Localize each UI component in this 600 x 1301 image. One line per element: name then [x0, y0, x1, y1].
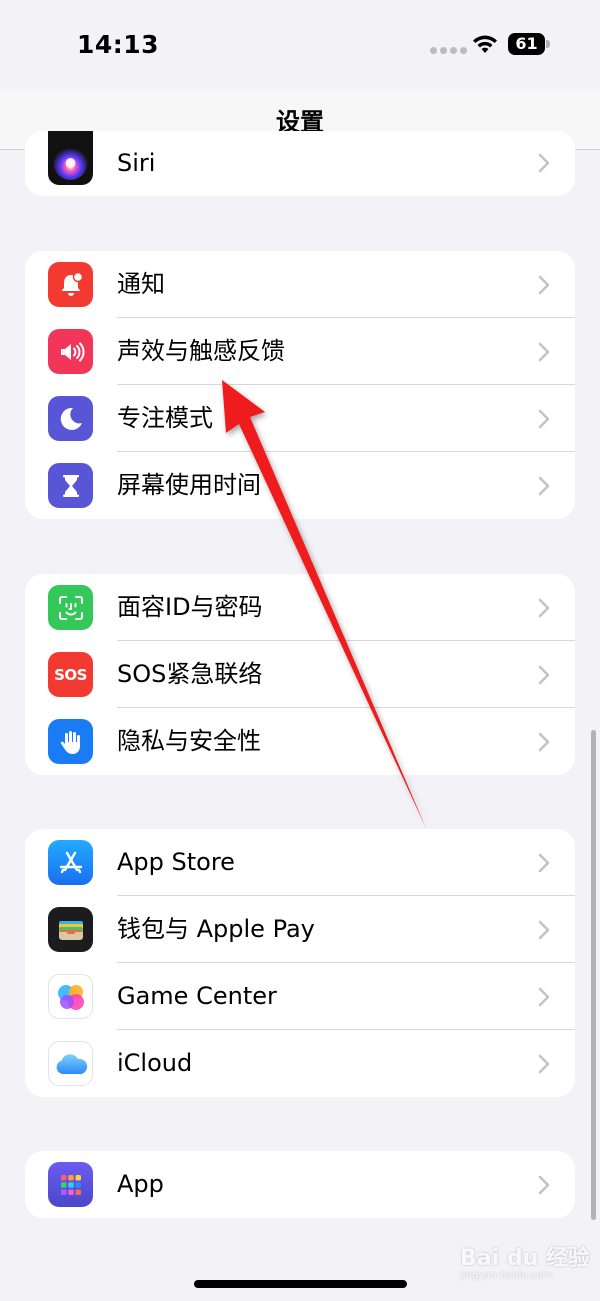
settings-row-label: iCloud [117, 1049, 193, 1077]
settings-group-security: 面容ID与密码 SOS SOS紧急联络 隐私与安全性 [25, 574, 575, 775]
cellular-signal-icon [430, 47, 467, 55]
face-id-icon [48, 585, 93, 630]
watermark-text: Bai du 经验 [460, 1246, 590, 1271]
settings-row-label: SOS紧急联络 [117, 660, 263, 688]
settings-row-label: 面容ID与密码 [117, 593, 263, 621]
bell-icon [48, 262, 93, 307]
speaker-icon [48, 329, 93, 374]
chevron-right-icon [538, 275, 550, 295]
icloud-icon [48, 1041, 93, 1086]
settings-row-wallet[interactable]: 钱包与 Apple Pay [25, 896, 575, 963]
home-indicator[interactable] [194, 1280, 407, 1288]
settings-row-label: App Store [117, 848, 235, 876]
settings-row-game-center[interactable]: Game Center [25, 963, 575, 1030]
hand-icon [48, 719, 93, 764]
settings-row-label: 通知 [117, 270, 165, 298]
settings-row-label: 声效与触感反馈 [117, 337, 285, 365]
sos-icon: SOS [48, 652, 93, 697]
settings-row-face-id[interactable]: 面容ID与密码 [25, 574, 575, 641]
status-time: 14:13 [77, 30, 160, 59]
settings-row-app-store[interactable]: App Store [25, 829, 575, 896]
settings-row-emergency-sos[interactable]: SOS SOS紧急联络 [25, 641, 575, 708]
settings-group-apps: App [25, 1151, 575, 1218]
settings-group-general: 通知 声效与触感反馈 专注模式 屏幕使用时间 [25, 251, 575, 519]
sos-icon-text: SOS [54, 665, 87, 684]
settings-row-screen-time[interactable]: 屏幕使用时间 [25, 452, 575, 519]
settings-row-label: App [117, 1170, 164, 1198]
chevron-right-icon [538, 476, 550, 496]
game-center-icon [48, 974, 93, 1019]
settings-row-sounds-haptics[interactable]: 声效与触感反馈 [25, 318, 575, 385]
battery-level: 61 [508, 33, 545, 55]
siri-icon [48, 131, 93, 185]
chevron-right-icon [538, 920, 550, 940]
chevron-right-icon [538, 1054, 550, 1074]
settings-row-siri[interactable]: Siri [25, 131, 575, 196]
chevron-right-icon [538, 598, 550, 618]
battery-icon: 61 [508, 33, 550, 55]
chevron-right-icon [538, 853, 550, 873]
hourglass-icon [48, 463, 93, 508]
settings-row-apps[interactable]: App [25, 1151, 575, 1218]
settings-group-siri: Siri [25, 131, 575, 196]
chevron-right-icon [538, 665, 550, 685]
settings-group-services: App Store 钱包与 Apple Pay Game Center iClo… [25, 829, 575, 1097]
settings-row-label: 隐私与安全性 [117, 727, 261, 755]
settings-row-focus[interactable]: 专注模式 [25, 385, 575, 452]
chevron-right-icon [538, 153, 550, 173]
chevron-right-icon [538, 732, 550, 752]
settings-row-privacy[interactable]: 隐私与安全性 [25, 708, 575, 775]
settings-row-label: 专注模式 [117, 404, 213, 432]
watermark-url: jingyan.baidu.com [460, 1270, 553, 1281]
settings-row-label: 屏幕使用时间 [117, 471, 261, 499]
status-bar: 14:13 61 [0, 0, 600, 90]
moon-icon [48, 396, 93, 441]
settings-row-label: 钱包与 Apple Pay [117, 915, 315, 943]
baidu-watermark: Bai du 经验 jingyan.baidu.com [460, 1238, 590, 1288]
settings-row-label: Game Center [117, 982, 277, 1010]
settings-row-notifications[interactable]: 通知 [25, 251, 575, 318]
settings-row-label: Siri [117, 149, 156, 177]
wifi-icon [473, 35, 497, 53]
apps-grid-icon [48, 1162, 93, 1207]
chevron-right-icon [538, 409, 550, 429]
settings-row-icloud[interactable]: iCloud [25, 1030, 575, 1097]
chevron-right-icon [538, 987, 550, 1007]
scroll-indicator[interactable] [591, 730, 596, 1220]
app-store-icon [48, 840, 93, 885]
chevron-right-icon [538, 342, 550, 362]
wallet-icon [48, 907, 93, 952]
chevron-right-icon [538, 1175, 550, 1195]
